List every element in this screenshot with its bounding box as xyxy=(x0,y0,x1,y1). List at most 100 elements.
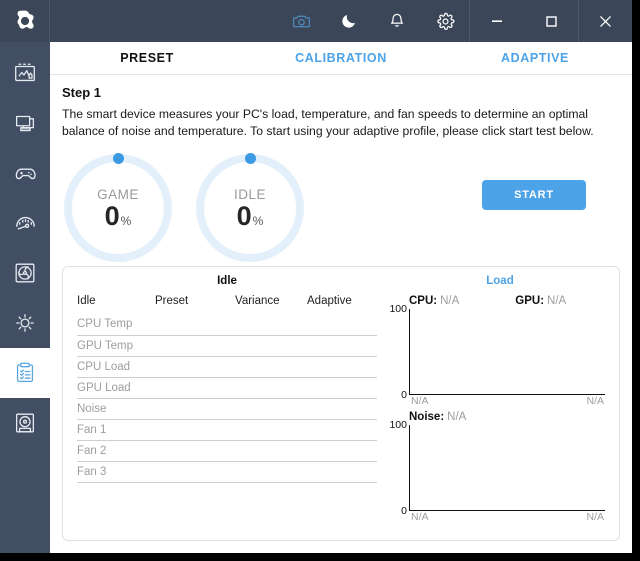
bell-icon[interactable] xyxy=(373,0,421,42)
row-preset xyxy=(155,356,235,377)
idle-panel: Idle Idle Preset Variance Adaptive xyxy=(63,267,387,540)
gauge-idle-unit: % xyxy=(253,215,264,227)
row-preset xyxy=(155,314,235,335)
column-header-adaptive: Adaptive xyxy=(307,295,377,314)
minimize-icon xyxy=(490,14,504,28)
gpu-readout: GPU:N/A xyxy=(515,295,566,307)
camera-icon[interactable] xyxy=(277,0,325,42)
fan-icon xyxy=(12,260,38,286)
row-variance xyxy=(235,314,307,335)
noise-chart-x-start: N/A xyxy=(411,511,429,523)
window-controls xyxy=(469,0,632,42)
row-variance xyxy=(235,440,307,461)
table-row: Fan 1 xyxy=(77,419,377,440)
app-logo-hexagon-icon xyxy=(13,9,37,33)
gauge-game-label: GAME xyxy=(97,187,139,202)
maximize-button[interactable] xyxy=(524,0,578,42)
row-variance xyxy=(235,461,307,482)
tab-preset[interactable]: PRESET xyxy=(50,42,244,75)
sidebar-item-calibration[interactable] xyxy=(0,348,50,398)
tab-calibration[interactable]: CALIBRATION xyxy=(244,42,438,75)
gamepad-icon xyxy=(12,160,39,187)
results-card: Idle Idle Preset Variance Adaptive xyxy=(62,266,620,541)
row-adaptive xyxy=(307,461,377,482)
start-button[interactable]: START xyxy=(482,180,586,210)
gear-icon[interactable] xyxy=(421,0,469,42)
gauge-idle-label: IDLE xyxy=(234,187,266,202)
noise-readout-key: Noise: xyxy=(409,411,444,423)
row-label: GPU Load xyxy=(77,377,155,398)
idle-table-head: Idle Preset Variance Adaptive xyxy=(77,295,377,314)
gauge-idle-value: 0 xyxy=(237,203,252,230)
gauge-idle-inner: IDLE 0% xyxy=(196,154,304,262)
row-label: Fan 3 xyxy=(77,461,155,482)
table-row: CPU Temp xyxy=(77,314,377,335)
cpu-readout-value: N/A xyxy=(440,295,459,307)
gauge-idle: IDLE 0% xyxy=(196,154,304,262)
gauge-game-value-wrap: 0% xyxy=(105,203,132,230)
load-chart-x-start: N/A xyxy=(411,395,429,407)
row-label: GPU Temp xyxy=(77,335,155,356)
idle-table-header-row: Idle Preset Variance Adaptive xyxy=(77,295,377,314)
content-area: PRESET CALIBRATION ADAPTIVE Step 1 The s… xyxy=(50,42,632,553)
row-label: Fan 1 xyxy=(77,419,155,440)
sidebar xyxy=(0,42,50,553)
load-chart-readouts: CPU:N/A GPU:N/A xyxy=(391,295,609,307)
step-title: Step 1 xyxy=(62,85,620,100)
tab-adaptive[interactable]: ADAPTIVE xyxy=(438,42,632,75)
idle-section-title: Idle xyxy=(77,275,377,287)
sidebar-item-storage[interactable] xyxy=(0,398,50,448)
sidebar-item-monitor[interactable] xyxy=(0,48,50,98)
gauge-idle-value-wrap: 0% xyxy=(237,203,264,230)
row-adaptive xyxy=(307,398,377,419)
load-panel: Load CPU:N/A GPU:N/A 100 0 N/A xyxy=(387,267,619,540)
row-adaptive xyxy=(307,440,377,461)
sidebar-item-lighting[interactable] xyxy=(0,298,50,348)
gauge-game: GAME 0% xyxy=(64,154,172,262)
row-adaptive xyxy=(307,314,377,335)
row-preset xyxy=(155,419,235,440)
clipboard-checklist-icon xyxy=(12,360,38,386)
row-preset xyxy=(155,335,235,356)
row-variance xyxy=(235,356,307,377)
row-preset xyxy=(155,440,235,461)
row-label: Noise xyxy=(77,398,155,419)
sidebar-item-gaming[interactable] xyxy=(0,148,50,198)
load-chart-x-end: N/A xyxy=(586,395,604,407)
cpu-readout: CPU:N/A xyxy=(409,295,459,307)
cpu-readout-key: CPU: xyxy=(409,295,437,307)
gauge-game-inner: GAME 0% xyxy=(64,154,172,262)
table-row: GPU Temp xyxy=(77,335,377,356)
column-header-idle: Idle xyxy=(77,295,155,314)
sidebar-item-performance[interactable] xyxy=(0,198,50,248)
sidebar-item-desktop[interactable] xyxy=(0,98,50,148)
sidebar-item-cooling[interactable] xyxy=(0,248,50,298)
minimize-button[interactable] xyxy=(470,0,524,42)
row-preset xyxy=(155,461,235,482)
disc-drive-icon xyxy=(12,410,38,436)
noise-chart-x-end: N/A xyxy=(586,511,604,523)
row-variance xyxy=(235,419,307,440)
load-chart-y-min: 0 xyxy=(401,389,407,401)
table-row: CPU Load xyxy=(77,356,377,377)
step-description: The smart device measures your PC's load… xyxy=(62,106,620,140)
row-adaptive xyxy=(307,356,377,377)
load-chart-y-max: 100 xyxy=(389,303,407,315)
noise-readout-value: N/A xyxy=(447,411,466,423)
close-icon xyxy=(597,13,614,30)
gpu-readout-key: GPU: xyxy=(515,295,544,307)
idle-table: Idle Preset Variance Adaptive CPU Temp xyxy=(77,295,377,483)
app-logo xyxy=(0,0,50,42)
row-adaptive xyxy=(307,419,377,440)
results-split: Idle Idle Preset Variance Adaptive xyxy=(63,267,619,540)
gpu-readout-value: N/A xyxy=(547,295,566,307)
tab-bar: PRESET CALIBRATION ADAPTIVE xyxy=(50,42,632,75)
gauge-game-unit: % xyxy=(121,215,132,227)
table-row: Noise xyxy=(77,398,377,419)
close-button[interactable] xyxy=(578,0,632,42)
idle-table-body: CPU Temp GPU Temp xyxy=(77,314,377,482)
row-adaptive xyxy=(307,377,377,398)
bell-icon-glyph xyxy=(388,12,406,30)
moon-icon[interactable] xyxy=(325,0,373,42)
row-adaptive xyxy=(307,335,377,356)
